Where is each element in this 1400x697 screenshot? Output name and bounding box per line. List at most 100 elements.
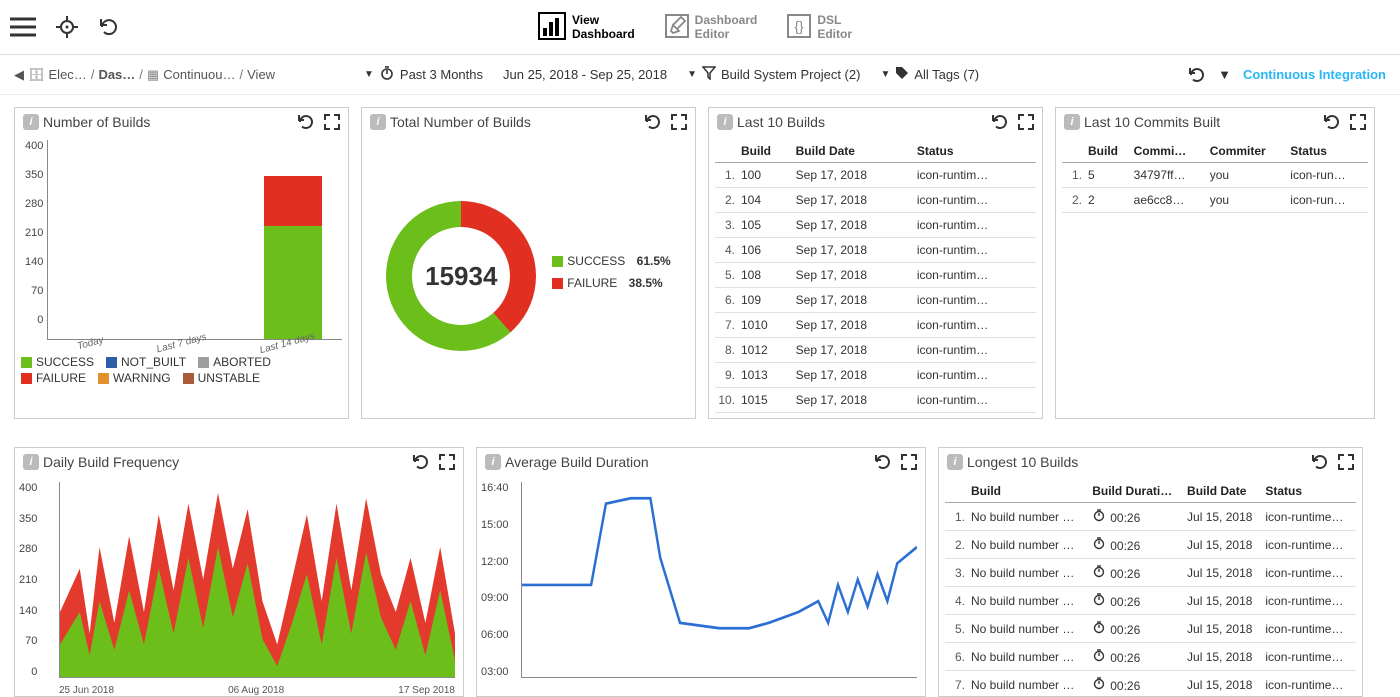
- table-row[interactable]: 5.No build number …00:26Jul 15, 2018icon…: [945, 615, 1356, 643]
- table-row[interactable]: 4.106Sep 17, 2018icon-runtim…: [715, 238, 1036, 263]
- table-row[interactable]: 2.No build number …00:26Jul 15, 2018icon…: [945, 531, 1356, 559]
- refresh-icon[interactable]: [645, 114, 661, 130]
- stopwatch-icon: [1092, 508, 1106, 522]
- expand-icon[interactable]: [901, 454, 917, 470]
- info-icon[interactable]: i: [485, 454, 501, 470]
- panel-avg-build-duration: i Average Build Duration 16:4015:0012:00…: [476, 447, 926, 697]
- panel-title: Daily Build Frequency: [43, 454, 179, 470]
- stopwatch-icon: [1092, 564, 1106, 578]
- info-icon[interactable]: i: [23, 114, 39, 130]
- table-row[interactable]: 8.1012Sep 17, 2018icon-runtim…: [715, 338, 1036, 363]
- expand-icon[interactable]: [1350, 114, 1366, 130]
- info-icon[interactable]: i: [947, 454, 963, 470]
- legend-item: WARNING: [98, 371, 171, 385]
- info-icon[interactable]: i: [1064, 114, 1080, 130]
- table-row[interactable]: 6.109Sep 17, 2018icon-runtim…: [715, 288, 1036, 313]
- chart-x-labels: TodayLast 7 daysLast 14 days: [51, 338, 342, 349]
- tab-label2: Dashboard: [572, 27, 635, 41]
- col-build[interactable]: Build: [739, 140, 794, 163]
- chevron-down-icon: ▼: [880, 69, 890, 80]
- col-committer[interactable]: Commiter: [1208, 140, 1289, 163]
- stopwatch-icon: [1092, 648, 1106, 662]
- col-build[interactable]: Build: [1086, 140, 1132, 163]
- expand-icon[interactable]: [671, 114, 687, 130]
- refresh-icon[interactable]: [1312, 454, 1328, 470]
- panel-title: Total Number of Builds: [390, 114, 531, 130]
- col-status[interactable]: Status: [1288, 140, 1368, 163]
- expand-icon[interactable]: [1018, 114, 1034, 130]
- col-status[interactable]: Status: [1263, 480, 1356, 503]
- refresh-icon[interactable]: [1188, 66, 1206, 84]
- panel-number-of-builds: i Number of Builds 400350280210140700: [14, 107, 349, 419]
- table-row[interactable]: 6.No build number …00:26Jul 15, 2018icon…: [945, 643, 1356, 671]
- panel-title: Last 10 Builds: [737, 114, 825, 130]
- col-date[interactable]: Build Date: [1185, 480, 1263, 503]
- table-row[interactable]: 2.104Sep 17, 2018icon-runtim…: [715, 188, 1036, 213]
- legend-item: NOT_BUILT: [106, 355, 186, 369]
- legend-item: ABORTED: [198, 355, 271, 369]
- refresh-icon[interactable]: [1324, 114, 1340, 130]
- expand-icon[interactable]: [324, 114, 340, 130]
- tab-label2: Editor: [695, 27, 758, 41]
- table-row[interactable]: 7.1010Sep 17, 2018icon-runtim…: [715, 313, 1036, 338]
- target-icon[interactable]: [56, 16, 78, 38]
- ci-link[interactable]: Continuous Integration: [1243, 67, 1386, 82]
- table-row[interactable]: 7.No build number …00:26Jul 15, 2018icon…: [945, 671, 1356, 697]
- crumb-3[interactable]: Continuou…: [163, 67, 235, 82]
- col-commit[interactable]: Commi…: [1132, 140, 1208, 163]
- chevron-down-icon: ▼: [687, 69, 697, 80]
- chart-y-axis: 400350280210140700: [19, 482, 37, 678]
- crumb-2[interactable]: Das…: [98, 67, 135, 82]
- panel-title: Longest 10 Builds: [967, 454, 1078, 470]
- legend-item: UNSTABLE: [183, 371, 260, 385]
- refresh-icon[interactable]: [875, 454, 891, 470]
- info-icon[interactable]: i: [717, 114, 733, 130]
- crumb-1[interactable]: Elec…: [49, 67, 87, 82]
- table-row[interactable]: 2.2ae6cc8…youicon-run…: [1062, 188, 1368, 213]
- timeframe-picker[interactable]: ▼ Past 3 Months: [364, 65, 483, 84]
- chevron-down-icon[interactable]: ▼: [1218, 67, 1231, 82]
- table-row[interactable]: 3.105Sep 17, 2018icon-runtim…: [715, 213, 1036, 238]
- crumb-4[interactable]: View: [247, 67, 275, 82]
- funnel-icon: [702, 66, 716, 83]
- col-status[interactable]: Status: [915, 140, 1036, 163]
- table-row[interactable]: 9.1013Sep 17, 2018icon-runtim…: [715, 363, 1036, 388]
- chevron-left-icon[interactable]: ◀: [14, 67, 24, 83]
- date-range-text: Jun 25, 2018 - Sep 25, 2018: [503, 67, 667, 82]
- col-build[interactable]: Build: [969, 480, 1090, 503]
- table-row[interactable]: 3.No build number …00:26Jul 15, 2018icon…: [945, 559, 1356, 587]
- refresh-icon[interactable]: [992, 114, 1008, 130]
- refresh-icon[interactable]: [298, 114, 314, 130]
- stopwatch-icon: [1092, 536, 1106, 550]
- hamburger-menu-icon[interactable]: [10, 17, 36, 37]
- breadcrumb: ◀ 🗄 Elec… / Das… / ▦ Continuou… / View: [14, 67, 344, 83]
- panel-title: Average Build Duration: [505, 454, 649, 470]
- refresh-cycle-icon[interactable]: [98, 16, 120, 38]
- tags-filter[interactable]: ▼ All Tags (7): [880, 66, 979, 83]
- tab-dashboard-editor[interactable]: DashboardEditor: [665, 12, 758, 43]
- tab-view-dashboard[interactable]: ViewDashboard: [538, 12, 635, 43]
- project-filter-label: Build System Project (2): [721, 67, 860, 82]
- table-row[interactable]: 1.534797ff…youicon-run…: [1062, 163, 1368, 188]
- project-filter[interactable]: ▼ Build System Project (2): [687, 66, 860, 83]
- table-row[interactable]: 1.No build number …00:26Jul 15, 2018icon…: [945, 503, 1356, 531]
- tab-label2: Editor: [817, 27, 852, 41]
- table-row[interactable]: 10.1015Sep 17, 2018icon-runtim…: [715, 388, 1036, 413]
- col-duration[interactable]: Build Durati…: [1090, 480, 1185, 503]
- col-date[interactable]: Build Date: [794, 140, 915, 163]
- info-icon[interactable]: i: [23, 454, 39, 470]
- table-row[interactable]: 1.100Sep 17, 2018icon-runtim…: [715, 163, 1036, 188]
- tab-dsl-editor[interactable]: {} DSLEditor: [787, 12, 852, 43]
- panel-last-10-builds: i Last 10 Builds Build Build Date Status…: [708, 107, 1043, 419]
- table-row[interactable]: 4.No build number …00:26Jul 15, 2018icon…: [945, 587, 1356, 615]
- refresh-icon[interactable]: [413, 454, 429, 470]
- bar-chart-icon: [538, 12, 566, 43]
- stopwatch-icon: [1092, 676, 1106, 690]
- expand-icon[interactable]: [1338, 454, 1354, 470]
- table-row[interactable]: 5.108Sep 17, 2018icon-runtim…: [715, 263, 1036, 288]
- panel-total-builds: i Total Number of Builds 15934 SUCCESS 6…: [361, 107, 696, 419]
- chart-x-labels: 25 Jun 201806 Aug 201817 Sep 2018: [59, 685, 455, 696]
- timeframe-label: Past 3 Months: [400, 67, 483, 82]
- info-icon[interactable]: i: [370, 114, 386, 130]
- expand-icon[interactable]: [439, 454, 455, 470]
